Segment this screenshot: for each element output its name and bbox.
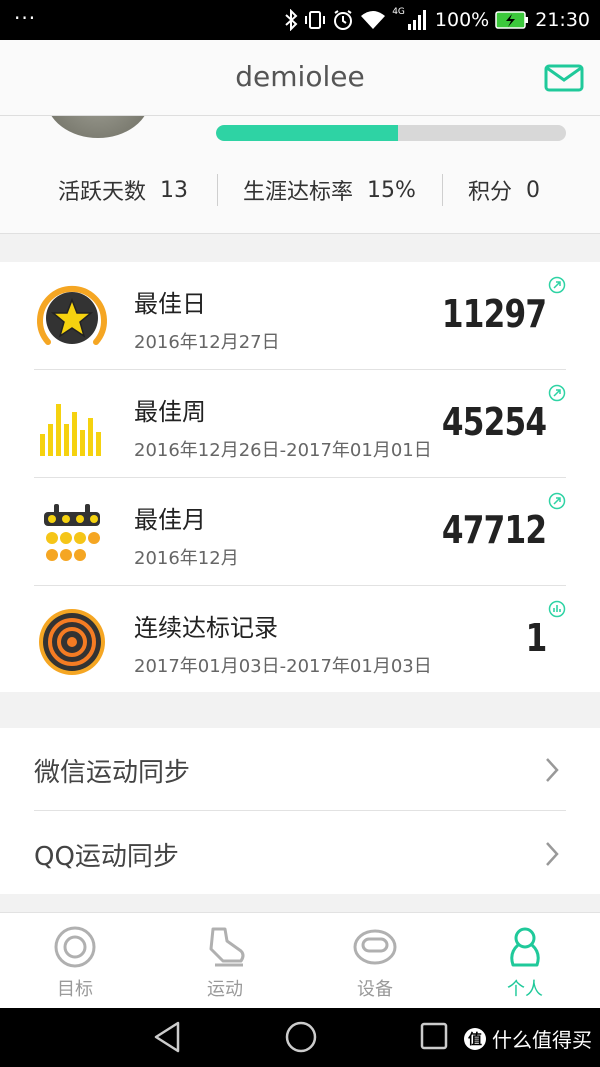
- record-name: 连续达标记录: [134, 614, 278, 642]
- bluetooth-icon: [284, 9, 298, 31]
- record-value: 45254: [441, 400, 547, 444]
- stat-points: 积分 0: [468, 170, 540, 210]
- record-streak[interactable]: 连续达标记录 2017年01月03日-2017年01月03日 1: [0, 586, 600, 694]
- home-icon[interactable]: [284, 1020, 318, 1058]
- profile-stats: 活跃天数 13 生涯达标率 15% 积分 0: [0, 170, 600, 210]
- divider: [34, 810, 566, 811]
- system-nav-bar: 值 什么值得买: [0, 1008, 600, 1067]
- wifi-icon: [360, 9, 386, 31]
- qq-sync-row[interactable]: QQ运动同步: [0, 812, 600, 894]
- record-name: 最佳周: [134, 398, 206, 426]
- band-icon: [351, 925, 399, 969]
- signal-icon: [407, 9, 429, 31]
- tab-label: 设备: [357, 979, 393, 1000]
- avatar[interactable]: [46, 116, 150, 138]
- stat-active-days: 活跃天数 13: [58, 170, 188, 210]
- clock-time: 21:30: [535, 9, 590, 31]
- mail-icon[interactable]: [544, 64, 584, 96]
- stat-label: 活跃天数: [58, 180, 147, 205]
- target-rings-icon: [36, 606, 108, 678]
- profile-summary: 活跃天数 13 生涯达标率 15% 积分 0: [0, 116, 600, 234]
- watermark-badge: 值: [464, 1027, 486, 1050]
- recents-icon[interactable]: [420, 1020, 448, 1056]
- stat-value: 13: [160, 177, 189, 203]
- share-icon[interactable]: [548, 384, 566, 402]
- records-card: 最佳日 2016年12月27日 11297 最佳周 2016年12月26日-20…: [0, 262, 600, 692]
- bottom-tab-bar: 目标 运动 设备 个人: [0, 912, 600, 1008]
- watermark-text: 什么值得买: [492, 1028, 592, 1052]
- bar-week-icon: [36, 390, 108, 462]
- network-type: 4G: [392, 7, 405, 17]
- target-icon: [51, 925, 99, 969]
- vibrate-icon: [304, 9, 326, 31]
- sync-card: 微信运动同步 QQ运动同步: [0, 728, 600, 894]
- menu-dots: ···: [14, 6, 37, 30]
- tab-label: 个人: [507, 979, 543, 1000]
- chevron-right-icon: [544, 840, 560, 872]
- shoe-icon: [201, 925, 249, 969]
- wechat-sync-row[interactable]: 微信运动同步: [0, 728, 600, 810]
- progress-bar: [216, 125, 566, 141]
- battery-percent: 100%: [434, 9, 490, 31]
- record-best-month[interactable]: 最佳月 2016年12月 47712: [0, 478, 600, 586]
- sync-label: 微信运动同步: [34, 758, 191, 788]
- back-icon[interactable]: [152, 1020, 182, 1058]
- stat-value: 0: [526, 177, 541, 203]
- record-value: 47712: [441, 508, 547, 552]
- watermark: 值 什么值得买: [464, 1024, 592, 1053]
- tab-personal[interactable]: 个人: [450, 913, 600, 1009]
- record-value: 1: [525, 616, 547, 660]
- page-title: demiolee: [235, 60, 365, 93]
- status-bar: ··· 4G 100% 21:30: [0, 0, 600, 40]
- person-icon: [501, 925, 549, 969]
- alarm-icon: [332, 9, 354, 31]
- stat-label: 积分: [468, 180, 513, 205]
- record-date: 2016年12月: [134, 548, 239, 569]
- sync-label: QQ运动同步: [34, 842, 179, 872]
- tab-device[interactable]: 设备: [300, 913, 450, 1009]
- tab-exercise[interactable]: 运动: [150, 913, 300, 1009]
- share-icon[interactable]: [548, 276, 566, 294]
- calendar-icon: [36, 498, 108, 570]
- share-icon[interactable]: [548, 492, 566, 510]
- star-medal-icon: [36, 282, 108, 354]
- stat-label: 生涯达标率: [243, 180, 354, 205]
- progress-fill: [216, 125, 398, 141]
- status-icons: 4G 100% 21:30: [284, 0, 590, 40]
- tab-label: 目标: [57, 979, 93, 1000]
- record-value: 11297: [441, 292, 547, 336]
- record-name: 最佳月: [134, 506, 206, 534]
- record-best-day[interactable]: 最佳日 2016年12月27日 11297: [0, 262, 600, 370]
- record-date: 2017年01月03日-2017年01月03日: [134, 656, 432, 677]
- tab-target[interactable]: 目标: [0, 913, 150, 1009]
- record-best-week[interactable]: 最佳周 2016年12月26日-2017年01月01日 45254: [0, 370, 600, 478]
- stat-value: 15%: [367, 177, 416, 203]
- chart-icon[interactable]: [548, 600, 566, 618]
- chevron-right-icon: [544, 756, 560, 788]
- tab-label: 运动: [207, 979, 243, 1000]
- app-header: demiolee: [0, 40, 600, 116]
- record-date: 2016年12月27日: [134, 332, 280, 353]
- battery-icon: [495, 10, 529, 30]
- record-date: 2016年12月26日-2017年01月01日: [134, 440, 432, 461]
- divider: [442, 174, 443, 206]
- record-name: 最佳日: [134, 290, 206, 318]
- stat-career-rate: 生涯达标率 15%: [243, 170, 416, 210]
- divider: [217, 174, 218, 206]
